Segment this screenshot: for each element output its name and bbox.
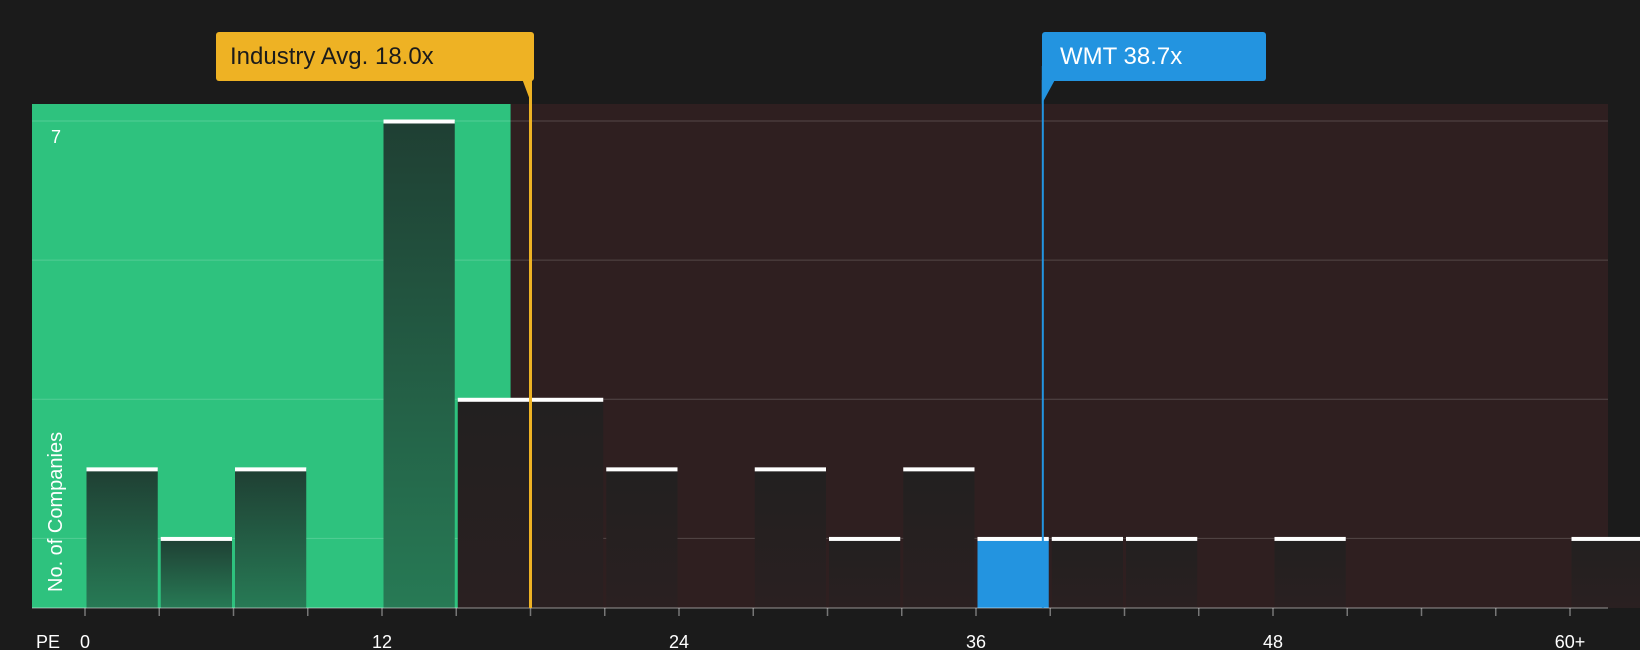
histogram-bar	[160, 538, 232, 608]
bar-cap	[606, 467, 678, 472]
histogram-bar	[383, 121, 455, 608]
bar-cap	[383, 119, 455, 124]
bar-cap	[86, 467, 158, 472]
bar-cap	[1126, 536, 1198, 541]
pe-distribution-chart: 0 12 24 36 48 60+ 7 No. of Companies PE	[32, 66, 1640, 650]
histogram-bar	[235, 468, 307, 608]
bar-cap	[903, 467, 975, 472]
industry-average-callout: Industry Avg. 18.0x	[216, 32, 534, 81]
histogram-bar	[903, 468, 975, 608]
bar-cap	[1274, 536, 1346, 541]
x-axis-ticks: 0 12 24 36 48 60+	[80, 608, 1585, 650]
histogram-bar	[829, 538, 901, 608]
bar-cap	[754, 467, 826, 472]
bar-cap	[160, 536, 232, 541]
histogram-bar	[1126, 538, 1198, 608]
bar-cap	[1051, 536, 1123, 541]
histogram-bar	[1051, 538, 1123, 608]
x-tick-label: 48	[1263, 632, 1283, 650]
x-tick-label: 0	[80, 632, 90, 650]
bar-cap	[457, 397, 529, 402]
histogram-bar	[1274, 538, 1346, 608]
bar-cap	[532, 397, 604, 402]
industry-callout-pointer	[522, 80, 532, 104]
x-tick-label: 24	[669, 632, 689, 650]
histogram-bar	[532, 399, 604, 608]
bar-cap	[829, 536, 901, 541]
histogram-bar	[1571, 538, 1640, 608]
x-tick-label: 36	[966, 632, 986, 650]
histogram-bar	[86, 468, 158, 608]
histogram-bar-company	[977, 538, 1049, 608]
company-pe-callout: WMT 38.7x	[1042, 32, 1266, 81]
company-callout-pointer	[1041, 80, 1055, 104]
bar-cap	[235, 467, 307, 472]
x-tick-label: 12	[372, 632, 392, 650]
histogram-bar	[457, 399, 529, 608]
x-axis-label: PE	[36, 632, 60, 650]
y-axis-max-label: 7	[51, 127, 61, 147]
histogram-bar	[606, 468, 678, 608]
bar-cap	[1571, 536, 1640, 541]
histogram-bar	[754, 468, 826, 608]
bar-cap	[977, 536, 1049, 541]
x-tick-label: 60+	[1555, 632, 1586, 650]
y-axis-label: No. of Companies	[45, 432, 67, 592]
